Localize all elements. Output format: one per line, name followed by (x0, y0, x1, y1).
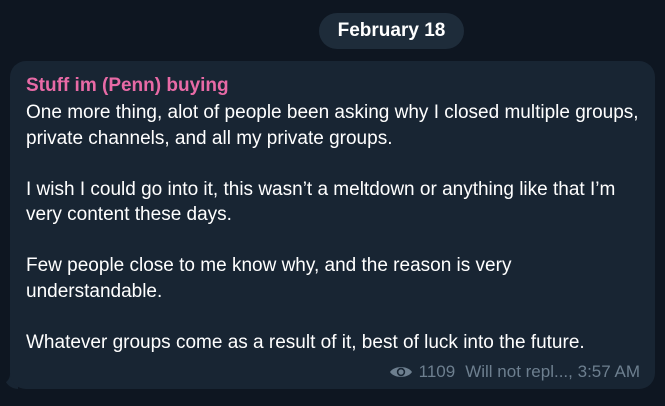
view-count: 1109 (418, 362, 456, 381)
message-paragraph: I wish I could go into it, this wasn’t a… (26, 178, 616, 226)
date-divider: February 18 (319, 13, 464, 49)
message-time: 3:57 AM (577, 362, 640, 381)
message-paragraph: Whatever groups come as a result of it, … (26, 331, 585, 353)
chat-area: February 18 Stuff im (Penn) buying One m… (0, 0, 665, 406)
eye-icon (389, 364, 413, 380)
message-meta: 1109 Will not repl..., 3:57 AM (389, 361, 640, 383)
message-paragraph: Few people close to me know why, and the… (26, 255, 512, 302)
message-paragraph: One more thing, alot of people been aski… (26, 102, 639, 149)
sender-name[interactable]: Stuff im (Penn) buying (26, 74, 229, 98)
message-text: One more thing, alot of people been aski… (26, 100, 641, 355)
post-signature: Will not repl..., (465, 362, 573, 381)
